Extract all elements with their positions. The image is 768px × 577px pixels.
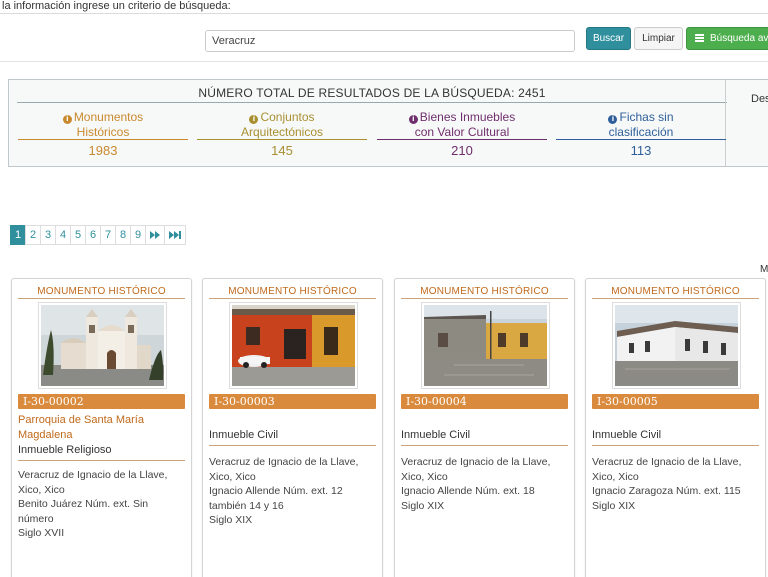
card-type: MONUMENTO HISTÓRICO bbox=[18, 286, 185, 299]
search-button[interactable]: Buscar bbox=[586, 27, 631, 50]
card-photo[interactable] bbox=[612, 302, 741, 389]
card-photo[interactable] bbox=[38, 302, 167, 389]
card-type: MONUMENTO HISTÓRICO bbox=[209, 286, 376, 299]
card-name[interactable]: Parroquia de Santa María Magdalena bbox=[18, 413, 185, 443]
card-kind: Inmueble Civil bbox=[209, 428, 376, 446]
category-count: 210 bbox=[451, 143, 473, 158]
card-id: I-30-00002 bbox=[18, 394, 185, 409]
category-label-line1: Bienes Inmuebles bbox=[419, 110, 516, 124]
page-9[interactable]: 9 bbox=[130, 225, 146, 245]
card-id: I-30-00004 bbox=[401, 394, 568, 409]
info-icon: i bbox=[249, 115, 259, 124]
result-card[interactable]: MONUMENTO HISTÓRICO I-30-00004 Inmueble … bbox=[394, 278, 575, 577]
category-label: i Conjuntos Arquitectónicos bbox=[197, 110, 367, 140]
result-card[interactable]: MONUMENTO HISTÓRICO I-30-00002 Parroquia… bbox=[11, 278, 192, 577]
category-bienes-inmuebles[interactable]: i Bienes Inmuebles con Valor Cultural 210 bbox=[377, 110, 547, 158]
category-conjuntos-arquitectonicos[interactable]: i Conjuntos Arquitectónicos 145 bbox=[197, 110, 367, 158]
card-location: Veracruz de Ignacio de la Llave, Xico, X… bbox=[401, 456, 551, 483]
category-count: 1983 bbox=[88, 143, 118, 158]
card-type: MONUMENTO HISTÓRICO bbox=[401, 286, 568, 299]
card-photo[interactable] bbox=[229, 302, 358, 389]
card-location: Veracruz de Ignacio de la Llave, Xico, X… bbox=[592, 456, 742, 483]
category-label-line2: clasificación bbox=[608, 125, 674, 139]
category-label: i Bienes Inmuebles con Valor Cultural bbox=[377, 110, 547, 140]
result-card[interactable]: MONUMENTO HISTÓRICO I-30-00005 Inmueble … bbox=[585, 278, 766, 577]
card-kind: Inmueble Religioso bbox=[18, 443, 185, 461]
page-3[interactable]: 3 bbox=[40, 225, 56, 245]
result-card[interactable]: MONUMENTO HISTÓRICO I-30-00003 Inmueble … bbox=[202, 278, 383, 577]
house-photo bbox=[232, 305, 355, 386]
page-1[interactable]: 1 bbox=[10, 225, 26, 245]
card-address: Ignacio Zaragoza Núm. ext. 115 bbox=[592, 485, 741, 497]
info-icon: i bbox=[408, 115, 418, 124]
street-photo bbox=[424, 305, 547, 386]
card-century: Siglo XIX bbox=[209, 514, 253, 526]
results-total-title: NÚMERO TOTAL DE RESULTADOS DE LA BÚSQUED… bbox=[17, 86, 727, 103]
card-kind: Inmueble Civil bbox=[592, 428, 759, 446]
page-5[interactable]: 5 bbox=[70, 225, 86, 245]
next-page-icon[interactable] bbox=[145, 225, 165, 245]
card-details: Veracruz de Ignacio de la Llave, Xico, X… bbox=[592, 455, 759, 513]
category-label: i Fichas sin clasificación bbox=[556, 110, 726, 140]
page-7[interactable]: 7 bbox=[100, 225, 116, 245]
card-kind: Inmueble Civil bbox=[401, 428, 568, 446]
page-4[interactable]: 4 bbox=[55, 225, 71, 245]
card-address: Benito Juárez Núm. ext. Sin número bbox=[18, 498, 149, 525]
card-details: Veracruz de Ignacio de la Llave, Xico, X… bbox=[401, 455, 568, 513]
category-label-line2: con Valor Cultural bbox=[414, 125, 510, 139]
advanced-search-button[interactable]: Búsqueda av bbox=[686, 27, 768, 50]
clear-button[interactable]: Limpiar bbox=[634, 27, 683, 50]
pagination: 1 2 3 4 5 6 7 8 9 bbox=[10, 225, 186, 245]
card-id: I-30-00005 bbox=[592, 394, 759, 409]
card-century: Siglo XVII bbox=[18, 527, 65, 539]
page-2[interactable]: 2 bbox=[25, 225, 41, 245]
search-input[interactable] bbox=[205, 30, 575, 52]
category-label-line2: Arquitectónicos bbox=[240, 125, 324, 139]
card-photo[interactable] bbox=[421, 302, 550, 389]
category-label-line1: Fichas sin bbox=[619, 110, 674, 124]
category-label: i Monumentos Históricos bbox=[18, 110, 188, 140]
card-type: MONUMENTO HISTÓRICO bbox=[592, 286, 759, 299]
card-id: I-30-00003 bbox=[209, 394, 376, 409]
card-location: Veracruz de Ignacio de la Llave, Xico, X… bbox=[18, 469, 168, 496]
advanced-search-label: Búsqueda av bbox=[710, 33, 768, 44]
card-century: Siglo XIX bbox=[592, 499, 636, 512]
last-page-icon[interactable] bbox=[164, 225, 186, 245]
page-8[interactable]: 8 bbox=[115, 225, 131, 245]
results-summary: NÚMERO TOTAL DE RESULTADOS DE LA BÚSQUED… bbox=[8, 79, 768, 167]
card-address: Ignacio Allende Núm. ext. 12 también 14 … bbox=[209, 485, 343, 512]
card-details: Veracruz de Ignacio de la Llave, Xico, X… bbox=[209, 455, 376, 528]
card-address: Ignacio Allende Núm. ext. 18 bbox=[401, 485, 535, 497]
list-icon bbox=[695, 34, 704, 42]
search-prompt: la información ingrese un criterio de bú… bbox=[0, 0, 768, 14]
summary-side-label: Des bbox=[751, 93, 768, 105]
side-letter: M bbox=[760, 264, 768, 275]
fast-forward-end-icon bbox=[169, 231, 181, 239]
forward-icon bbox=[150, 231, 160, 239]
card-details: Veracruz de Ignacio de la Llave, Xico, X… bbox=[18, 468, 185, 541]
category-label-line1: Conjuntos bbox=[260, 110, 315, 124]
info-icon: i bbox=[608, 115, 618, 124]
category-monumentos-historicos[interactable]: i Monumentos Históricos 1983 bbox=[18, 110, 188, 158]
category-label-line1: Monumentos bbox=[73, 110, 144, 124]
page-6[interactable]: 6 bbox=[85, 225, 101, 245]
building-photo bbox=[615, 305, 738, 386]
search-bar: Buscar Limpiar Búsqueda av bbox=[0, 14, 768, 62]
category-fichas-sin-clasificacion[interactable]: i Fichas sin clasificación 113 bbox=[556, 110, 726, 158]
category-count: 113 bbox=[630, 143, 652, 158]
category-label-line2: Históricos bbox=[76, 125, 130, 139]
church-photo bbox=[41, 305, 164, 386]
card-century: Siglo XIX bbox=[401, 499, 445, 512]
info-icon: i bbox=[62, 115, 72, 124]
category-count: 145 bbox=[271, 143, 293, 158]
card-location: Veracruz de Ignacio de la Llave, Xico, X… bbox=[209, 456, 359, 483]
